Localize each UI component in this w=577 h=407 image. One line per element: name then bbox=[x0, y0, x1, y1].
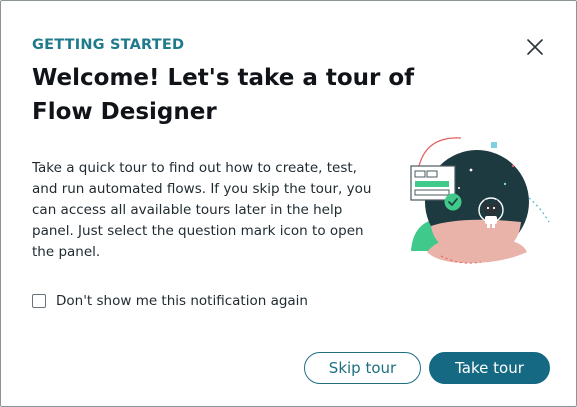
close-icon bbox=[527, 39, 543, 55]
dont-show-again-checkbox-row[interactable]: Don't show me this notification again bbox=[32, 293, 308, 309]
take-tour-button[interactable]: Take tour bbox=[429, 352, 550, 384]
dont-show-again-label: Don't show me this notification again bbox=[56, 293, 308, 309]
dont-show-again-checkbox[interactable] bbox=[32, 294, 46, 308]
eyebrow-heading: GETTING STARTED bbox=[32, 37, 185, 53]
close-button[interactable] bbox=[524, 36, 546, 58]
skip-tour-button[interactable]: Skip tour bbox=[304, 352, 421, 384]
dialog-title: Welcome! Let's take a tour of Flow Desig… bbox=[32, 65, 415, 125]
tour-dialog: GETTING STARTED Welcome! Let's take a to… bbox=[0, 0, 577, 407]
astronaut-cat-illustration bbox=[401, 126, 561, 271]
dialog-description: Take a quick tour to find out how to cre… bbox=[32, 160, 372, 260]
